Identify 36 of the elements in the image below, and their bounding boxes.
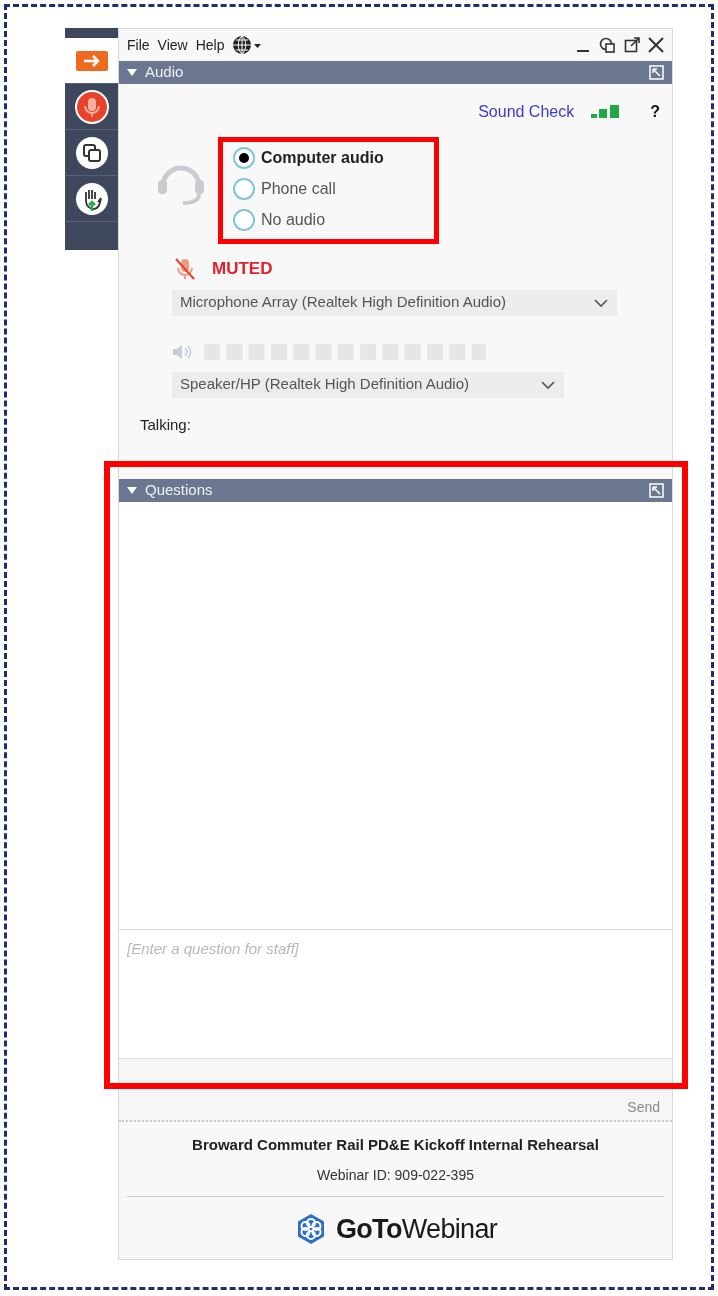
chevron-down-icon bbox=[593, 297, 609, 308]
restore-icon[interactable] bbox=[599, 36, 616, 54]
sound-check-link[interactable]: Sound Check bbox=[478, 100, 575, 124]
section-title: Audio bbox=[145, 62, 184, 83]
section-header[interactable]: Audio bbox=[119, 61, 672, 84]
audio-option[interactable]: Computer audio bbox=[233, 146, 384, 170]
close-icon[interactable] bbox=[648, 37, 664, 53]
talking-label: Talking: bbox=[140, 414, 192, 435]
microphone-icon bbox=[73, 88, 110, 125]
sidebar-button[interactable] bbox=[65, 38, 118, 84]
menu-item[interactable]: View bbox=[157, 34, 188, 56]
section-header[interactable]: Questions bbox=[119, 479, 672, 502]
microphone-dropdown[interactable]: Microphone Array (Realtek High Definition Audio) bbox=[172, 289, 617, 316]
mute-status: MUTED bbox=[212, 258, 273, 280]
radio-button[interactable] bbox=[233, 209, 255, 231]
screens-icon bbox=[73, 134, 110, 171]
webinar-title: Broward Commuter Rail PD&E Kickoff Internal Rehearsal bbox=[192, 1135, 599, 1155]
audio-option[interactable]: No audio bbox=[233, 208, 384, 232]
menu-item[interactable]: Help bbox=[195, 34, 225, 56]
speaker-icon bbox=[172, 343, 194, 360]
chevron-down-icon bbox=[540, 379, 556, 390]
popout-icon[interactable] bbox=[649, 65, 664, 80]
speaker-dropdown[interactable]: Speaker/HP (Realtek High Definition Audio) bbox=[172, 371, 564, 398]
external-window-icon[interactable] bbox=[624, 37, 640, 53]
muted-microphone-icon bbox=[174, 256, 196, 281]
audio-option[interactable]: Phone call bbox=[233, 177, 384, 201]
help-icon[interactable]: ? bbox=[650, 100, 660, 124]
section-title: Questions bbox=[145, 480, 213, 501]
hand-icon bbox=[73, 180, 110, 217]
globe-icon[interactable] bbox=[232, 35, 263, 55]
popout-icon[interactable] bbox=[649, 483, 664, 498]
menu-item[interactable]: File bbox=[127, 34, 150, 56]
radio-button[interactable] bbox=[233, 147, 255, 169]
brand-name: GoToWebinar bbox=[335, 1212, 498, 1246]
radio-button[interactable] bbox=[233, 178, 255, 200]
webinar-id: Webinar ID: 909-022-395 bbox=[317, 1165, 474, 1185]
